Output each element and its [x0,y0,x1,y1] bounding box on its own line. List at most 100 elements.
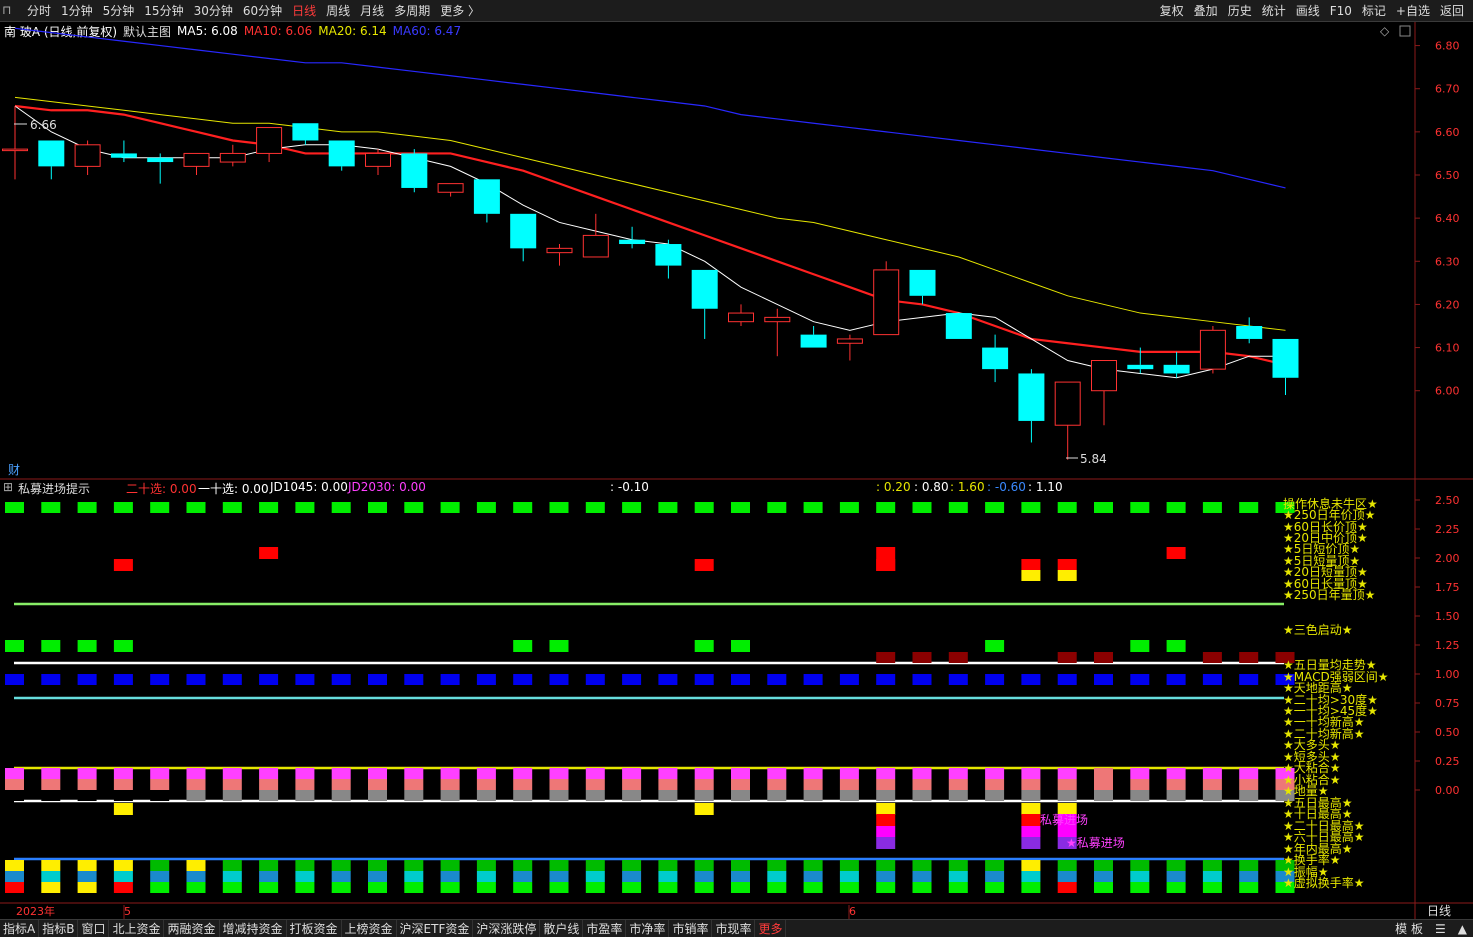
bottom-tab-8[interactable]: 沪深ETF资金 [397,920,474,937]
signal-block [1202,882,1222,893]
diamond-icon[interactable]: ◇ [1380,24,1390,38]
period-tab-10[interactable]: 更多 〉 [440,2,480,19]
candle[interactable] [691,269,718,339]
candle[interactable] [1236,317,1263,344]
signal-block [767,779,787,790]
period-tab-1[interactable]: 1分钟 [61,2,93,19]
candle[interactable] [256,127,283,163]
bottom-tab-13[interactable]: 市销率 [669,920,713,937]
signal-block [694,559,714,571]
candle[interactable] [2,105,28,180]
bottom-tab-0[interactable]: 指标A [0,920,40,937]
candle[interactable] [38,140,65,180]
candle[interactable] [110,140,137,163]
signal-block [1239,860,1259,871]
candle[interactable] [147,153,174,184]
candle[interactable] [1199,326,1226,374]
toolbar-button-7[interactable]: +自选 [1396,2,1430,19]
bottom-tab-9[interactable]: 沪深涨跌停 [473,920,541,937]
toolbar-button-4[interactable]: 画线 [1296,2,1320,19]
toolbar-button-8[interactable]: 返回 [1440,2,1464,19]
bottom-tab-11[interactable]: 市盈率 [583,920,627,937]
candle[interactable] [365,149,391,175]
toolbar-button-3[interactable]: 统计 [1262,2,1286,19]
candle[interactable] [219,144,246,167]
period-tab-9[interactable]: 多周期 [394,2,430,19]
signal-block [440,882,460,893]
candle[interactable] [473,179,500,223]
candle[interactable] [764,308,791,357]
bottom-tab-2[interactable]: 窗口 [78,920,110,937]
candle[interactable] [1018,369,1045,443]
signal-block [77,860,97,871]
bottom-tab-14[interactable]: 市现率 [712,920,756,937]
bottom-tab-7[interactable]: 上榜资金 [342,920,397,937]
bottom-tab-4[interactable]: 两融资金 [164,920,220,937]
bottom-tab-12[interactable]: 市净率 [626,920,670,937]
candle[interactable] [401,149,428,193]
candle[interactable] [945,313,972,339]
candle[interactable] [582,213,609,258]
candle[interactable] [510,213,537,262]
signal-block [803,768,823,779]
candle[interactable] [836,334,863,361]
candle[interactable] [1163,351,1190,378]
period-tab-0[interactable]: 分时 [27,2,51,19]
candle[interactable] [1091,360,1117,426]
signal-block [113,882,133,893]
signal-block [839,779,859,790]
toolbar-button-5[interactable]: F10 [1330,4,1352,18]
toolbar-button-2[interactable]: 历史 [1228,2,1252,19]
bottom-tab-1[interactable]: 指标B [39,920,79,937]
toolbar-button-0[interactable]: 复权 [1160,2,1184,19]
toolbar-button-1[interactable]: 叠加 [1194,2,1218,19]
bottom-tab-6[interactable]: 打板资金 [287,920,342,937]
indicator-label: ★虚拟换手率★ [1283,875,1365,890]
collapse-icon[interactable] [1399,25,1411,37]
period-tab-3[interactable]: 15分钟 [144,2,183,19]
period-tab-8[interactable]: 月线 [360,2,384,19]
candle[interactable] [728,304,754,326]
signal-block [440,502,460,513]
bottom-tab-10[interactable]: 散户线 [540,920,584,937]
period-tab-4[interactable]: 30分钟 [194,2,233,19]
bottom-right-control-0[interactable]: 模 板 [1395,920,1423,937]
moving-averages [14,27,1286,379]
price-tick-label: 6.10 [1435,342,1460,355]
candle[interactable] [655,239,682,279]
bottom-right-control-2[interactable]: ▲ [1458,922,1467,936]
stock-chart[interactable]: 6.80 6.70 6.60 6.50 6.40 6.30 6.20 6.10 6.00 2.5… [0,22,1473,919]
bottom-tab-3[interactable]: 北上资金 [109,920,165,937]
signal-block [1094,779,1113,790]
signal-block [440,779,460,790]
signal-block [803,860,823,871]
candle[interactable] [437,183,464,197]
bottom-tab-5[interactable]: 增减持资金 [220,920,287,937]
signal-block [186,871,206,882]
candle[interactable] [873,261,900,336]
period-tab-7[interactable]: 周线 [326,2,350,19]
finance-icon[interactable]: 财 [8,463,20,477]
candle[interactable] [74,140,101,175]
candle[interactable] [1054,381,1081,460]
toolbar-button-6[interactable]: 标记 [1362,2,1386,19]
candle[interactable] [982,334,1009,383]
bottom-right-control-1[interactable]: ☰ [1435,922,1446,936]
candle[interactable] [292,123,319,145]
bottom-tab-15[interactable]: 更多 [755,920,787,937]
candle[interactable] [183,152,210,175]
candle[interactable] [909,269,936,305]
period-tab-5[interactable]: 60分钟 [243,2,282,19]
ma10-line [14,104,1286,366]
candle[interactable] [1272,338,1299,396]
signal-block [622,871,642,882]
signal-block [1166,547,1186,559]
panel-toggle-icon[interactable]: ⊓ [2,3,11,17]
period-tab-6[interactable]: 日线 [292,2,316,19]
candle[interactable] [328,140,355,171]
price-tick-label: 6.80 [1435,40,1460,53]
candle[interactable] [546,244,573,266]
candle[interactable] [800,326,827,348]
signal-block [1166,882,1186,893]
period-tab-2[interactable]: 5分钟 [103,2,135,19]
